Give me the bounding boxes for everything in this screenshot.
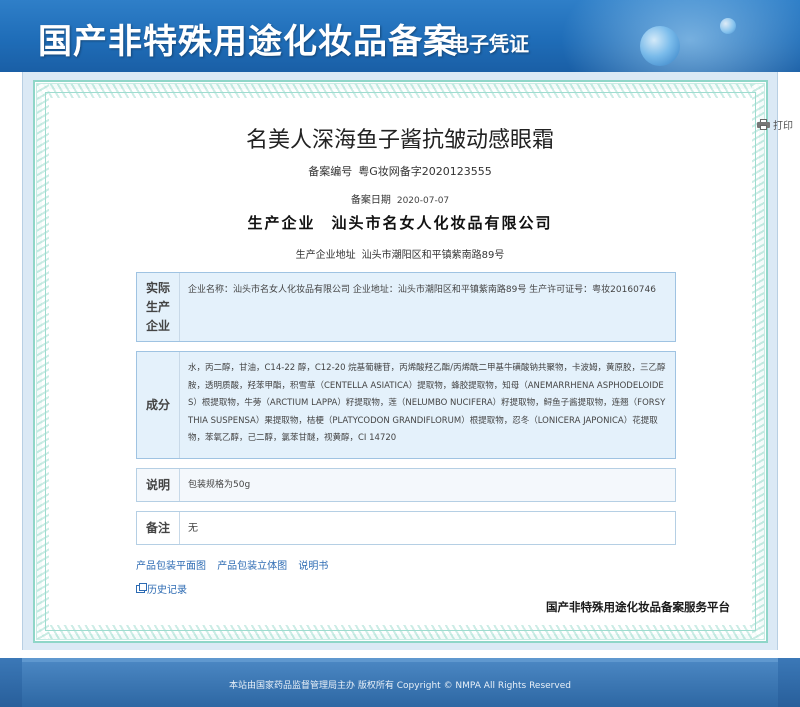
actual-producer-content: 企业名称：汕头市名女人化妆品有限公司 企业地址：汕头市潮阳区和平镇紫南路89号 … [179,273,675,341]
registration-date-label: 备案日期 [350,195,391,206]
product-name: 名美人深海鱼子酱抗皱动感眼霜 [245,128,554,153]
manufacturer: 生产企业 汕头市名女人化妆品有限公司 [0,212,800,233]
registration-number: 备案编号 粤G妆网备字2020123555 [0,163,800,179]
ingredients-content: 水，丙二醇，甘油，C14-22 醇，C12-20 烷基葡糖苷，丙烯酸羟乙酯/丙烯… [179,352,675,458]
manufacturer-address-label: 生产企业地址 [295,250,356,261]
registration-date-value: 2020-07-07 [396,196,450,206]
actual-producer-label-line1: 实际 [145,280,170,295]
history-link-label: 历史记录 [147,585,187,596]
remarks-content: 无 [179,512,675,544]
packaging-plan-link[interactable]: 产品包装平面图 [136,561,206,572]
actual-producer-label: 实际 生产 企业 [137,273,179,341]
remarks-section: 备注 无 [136,511,676,545]
history-link[interactable]: 历史记录 [136,581,187,596]
registration-date: 备案日期 2020-07-07 [0,191,800,206]
description-content: 包装规格为50g [179,469,675,501]
registration-number-label: 备案编号 [308,165,353,178]
banner-orb [640,26,680,66]
registration-number-value: 粤G妆网备字2020123555 [358,165,492,178]
banner-orb-small [720,18,736,34]
manual-link[interactable]: 说明书 [298,561,328,572]
platform-name: 国产非特殊用途化妆品备案服务平台 [546,600,730,614]
remarks-label: 备注 [145,520,170,535]
footer: 本站由国家药品监督管理局主办 版权所有 Copyright © NMPA All… [0,658,800,707]
footer-copyright: 本站由国家药品监督管理局主办 版权所有 Copyright © NMPA All… [22,658,778,707]
packaging-3d-link[interactable]: 产品包装立体图 [217,561,287,572]
manufacturer-label: 生产企业 [247,214,316,232]
actual-producer-label-line2: 生产 [145,299,170,314]
manufacturer-value: 汕头市名女人化妆品有限公司 [331,214,553,232]
manufacturer-address: 生产企业地址 汕头市潮阳区和平镇紫南路89号 [0,246,800,261]
attachment-links: 产品包装平面图 产品包装立体图 说明书 [136,557,336,572]
banner-glow [560,0,800,72]
description-label: 说明 [145,477,170,492]
history-icon [136,582,147,593]
page-subtitle: 电子凭证 [449,32,529,56]
ingredients-label: 成分 [145,397,170,412]
actual-producer-label-line3: 企业 [145,318,170,333]
header-banner: 国产非特殊用途化妆品备案 电子凭证 [0,0,800,72]
actual-producer-section: 实际 生产 企业 企业名称：汕头市名女人化妆品有限公司 企业地址：汕头市潮阳区和… [136,272,676,342]
manufacturer-address-value: 汕头市潮阳区和平镇紫南路89号 [361,250,505,261]
page-title: 国产非特殊用途化妆品备案 [38,22,458,62]
ingredients-section: 成分 水，丙二醇，甘油，C14-22 醇，C12-20 烷基葡糖苷，丙烯酸羟乙酯… [136,351,676,459]
description-section: 说明 包装规格为50g [136,468,676,502]
